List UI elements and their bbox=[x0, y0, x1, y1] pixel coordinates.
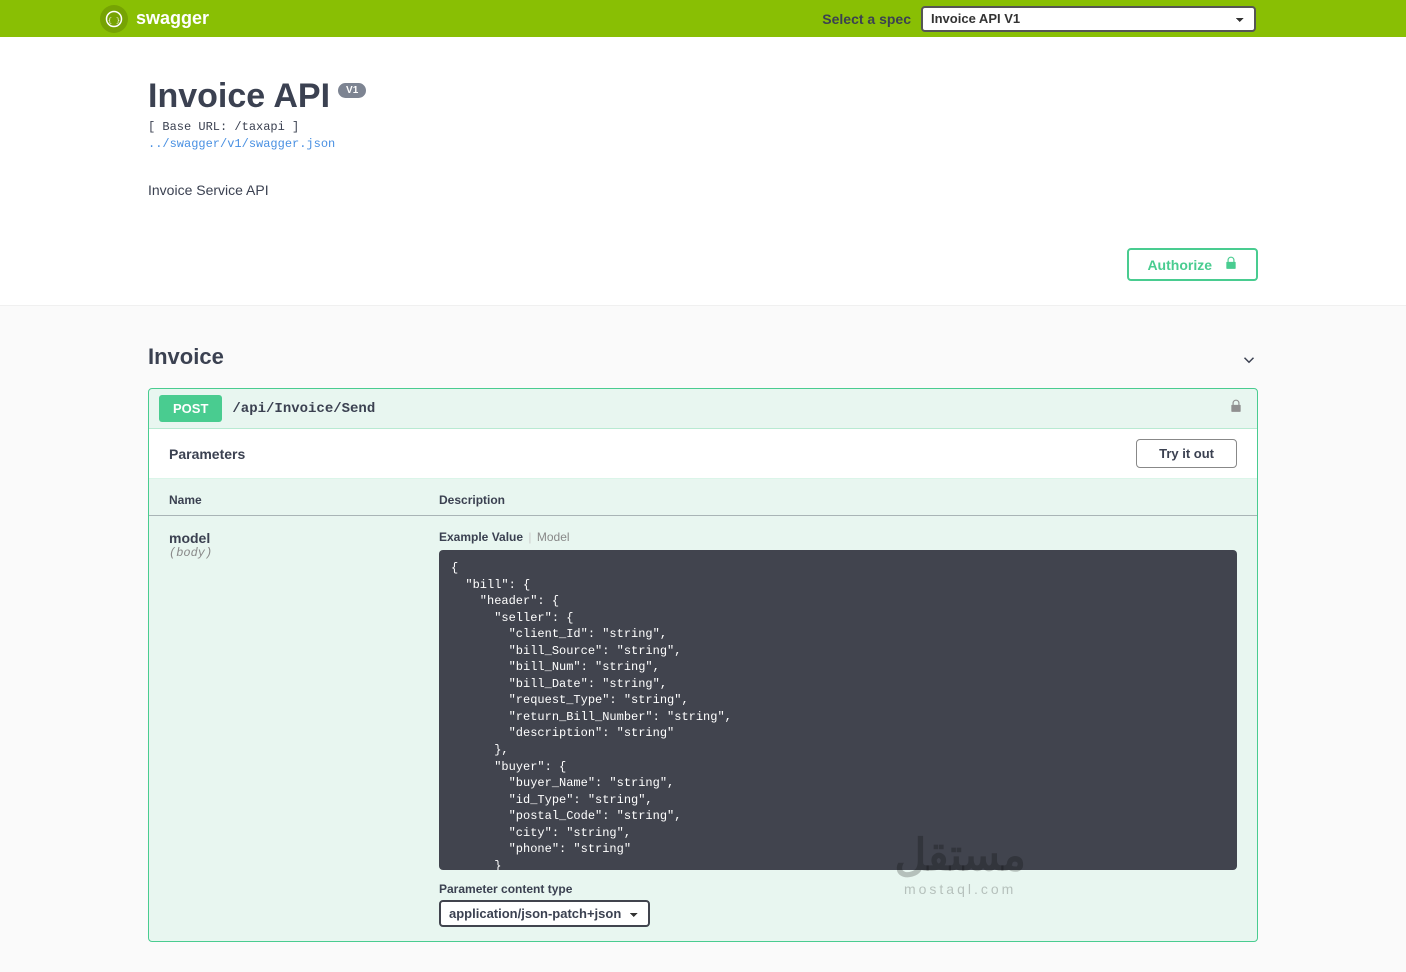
opblock-summary[interactable]: POST /api/Invoice/Send bbox=[149, 389, 1257, 429]
content-type-select[interactable]: application/json-patch+json bbox=[439, 900, 650, 927]
brand-text: swagger bbox=[136, 8, 209, 29]
api-title: Invoice API bbox=[148, 77, 330, 116]
authorize-label: Authorize bbox=[1147, 257, 1212, 273]
table-row: model (body) Example Value | Model { "bi… bbox=[149, 516, 1257, 942]
authorize-button[interactable]: Authorize bbox=[1127, 248, 1258, 281]
topbar: { } swagger Select a spec Invoice API V1 bbox=[0, 0, 1406, 37]
parameters-header: Parameters Try it out bbox=[149, 429, 1257, 479]
lock-icon bbox=[1224, 256, 1238, 273]
tag-header[interactable]: Invoice bbox=[148, 336, 1258, 382]
select-spec-label: Select a spec bbox=[822, 11, 911, 27]
parameters-title: Parameters bbox=[169, 446, 245, 462]
tab-example-value[interactable]: Example Value bbox=[439, 530, 523, 544]
spec-json-link[interactable]: ../swagger/v1/swagger.json bbox=[148, 137, 335, 151]
column-name: Name bbox=[149, 479, 419, 516]
chevron-down-icon bbox=[1240, 346, 1258, 369]
example-tabs: Example Value | Model bbox=[439, 530, 1237, 550]
method-badge: POST bbox=[159, 395, 222, 422]
column-description: Description bbox=[419, 479, 1257, 516]
opblock-body: Parameters Try it out Name Description m bbox=[149, 429, 1257, 941]
example-body-code[interactable]: { "bill": { "header": { "seller": { "cli… bbox=[439, 550, 1237, 870]
operations-section: Invoice POST /api/Invoice/Send Parameter… bbox=[0, 306, 1406, 972]
brand-area: { } swagger bbox=[100, 5, 209, 33]
opblock-post: POST /api/Invoice/Send Parameters Try it… bbox=[148, 388, 1258, 942]
param-in: (body) bbox=[169, 546, 399, 560]
tab-model[interactable]: Model bbox=[537, 530, 570, 544]
api-description: Invoice Service API bbox=[148, 182, 1258, 198]
auth-section: Authorize bbox=[0, 248, 1406, 306]
spec-select[interactable]: Invoice API V1 bbox=[921, 6, 1256, 32]
parameters-table: Name Description model (body) bbox=[149, 479, 1257, 941]
tag-name: Invoice bbox=[148, 344, 224, 370]
swagger-logo-icon: { } bbox=[100, 5, 128, 33]
spec-selector-area: Select a spec Invoice API V1 bbox=[822, 6, 1256, 32]
lock-icon bbox=[1229, 399, 1243, 418]
svg-text:{ }: { } bbox=[108, 17, 120, 25]
base-url-line: [ Base URL: /taxapi ] bbox=[148, 120, 1258, 134]
try-it-out-button[interactable]: Try it out bbox=[1136, 439, 1237, 468]
param-name: model bbox=[169, 530, 399, 546]
operation-path: /api/Invoice/Send bbox=[232, 401, 1219, 417]
version-badge: V1 bbox=[338, 83, 366, 98]
info-section: Invoice API V1 [ Base URL: /taxapi ] ../… bbox=[0, 37, 1406, 248]
content-type-label: Parameter content type bbox=[439, 870, 1237, 900]
